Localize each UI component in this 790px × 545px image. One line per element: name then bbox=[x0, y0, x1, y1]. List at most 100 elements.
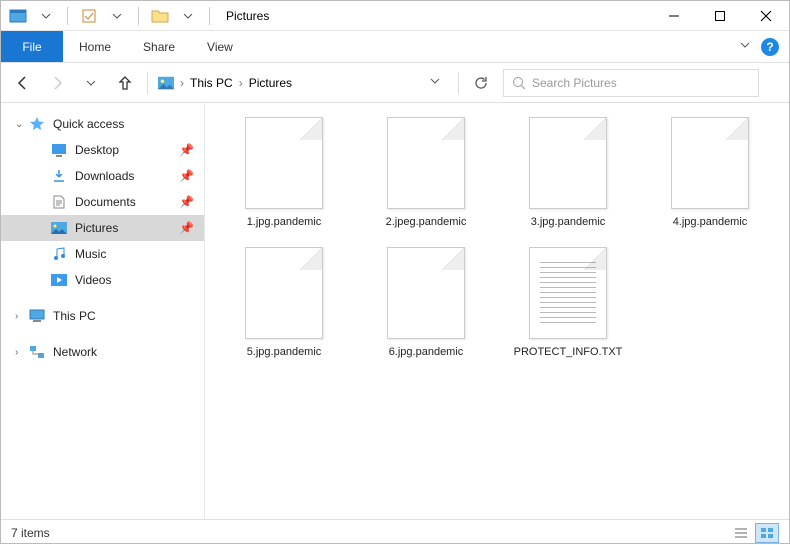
downloads-icon bbox=[51, 168, 67, 184]
file-name: 4.jpg.pandemic bbox=[673, 215, 748, 229]
sidebar-item-downloads[interactable]: Downloads 📌 bbox=[1, 163, 204, 189]
tab-share[interactable]: Share bbox=[127, 31, 191, 62]
file-item[interactable]: 6.jpg.pandemic bbox=[367, 247, 485, 359]
pin-icon: 📌 bbox=[179, 195, 194, 209]
separator bbox=[67, 7, 68, 25]
file-item[interactable]: 5.jpg.pandemic bbox=[225, 247, 343, 359]
music-icon bbox=[51, 246, 67, 262]
sidebar-item-videos[interactable]: Videos bbox=[1, 267, 204, 293]
explorer-icon bbox=[7, 5, 29, 27]
sidebar-item-desktop[interactable]: Desktop 📌 bbox=[1, 137, 204, 163]
sidebar-quickaccess[interactable]: ⌄ Quick access bbox=[1, 111, 204, 137]
navbar: › This PC › Pictures Search Pictures bbox=[1, 63, 789, 103]
sidebar-item-label: Documents bbox=[75, 195, 136, 209]
chevron-down-icon[interactable] bbox=[106, 5, 128, 27]
pictures-icon bbox=[158, 75, 174, 91]
chevron-right-icon[interactable]: › bbox=[15, 311, 18, 322]
main-area: ⌄ Quick access Desktop 📌 Downloads 📌 Doc… bbox=[1, 103, 789, 519]
minimize-button[interactable] bbox=[651, 1, 697, 31]
chevron-right-icon[interactable]: › bbox=[239, 76, 243, 90]
separator bbox=[147, 72, 148, 94]
sidebar: ⌄ Quick access Desktop 📌 Downloads 📌 Doc… bbox=[1, 103, 205, 519]
network-icon bbox=[29, 344, 45, 360]
status-item-count: 7 items bbox=[11, 526, 50, 540]
file-name: 6.jpg.pandemic bbox=[389, 345, 464, 359]
chevron-right-icon[interactable]: › bbox=[180, 76, 184, 90]
maximize-button[interactable] bbox=[697, 1, 743, 31]
file-item[interactable]: 3.jpg.pandemic bbox=[509, 117, 627, 229]
blank-file-icon bbox=[529, 117, 607, 209]
blank-file-icon bbox=[245, 247, 323, 339]
pictures-icon bbox=[51, 220, 67, 236]
statusbar: 7 items bbox=[1, 519, 789, 545]
breadcrumb[interactable]: › This PC › Pictures bbox=[158, 75, 448, 91]
thispc-icon bbox=[29, 308, 45, 324]
file-name: PROTECT_INFO.TXT bbox=[514, 345, 623, 359]
sidebar-network[interactable]: › Network bbox=[1, 339, 204, 365]
folder-icon bbox=[149, 5, 171, 27]
documents-icon bbox=[51, 194, 67, 210]
sidebar-item-label: Videos bbox=[75, 273, 111, 287]
separator bbox=[458, 72, 459, 94]
file-name: 2.jpeg.pandemic bbox=[386, 215, 467, 229]
sidebar-item-label: Desktop bbox=[75, 143, 119, 157]
blank-file-icon bbox=[245, 117, 323, 209]
chevron-down-icon[interactable]: ⌄ bbox=[15, 119, 23, 130]
ribbon: File Home Share View ? bbox=[1, 31, 789, 63]
tab-home[interactable]: Home bbox=[63, 31, 127, 62]
refresh-button[interactable] bbox=[469, 71, 493, 95]
sidebar-item-documents[interactable]: Documents 📌 bbox=[1, 189, 204, 215]
blank-file-icon bbox=[671, 117, 749, 209]
blank-file-icon bbox=[387, 247, 465, 339]
desktop-icon bbox=[51, 142, 67, 158]
sidebar-item-label: Downloads bbox=[75, 169, 134, 183]
videos-icon bbox=[51, 272, 67, 288]
chevron-down-icon[interactable] bbox=[177, 5, 199, 27]
chevron-down-icon[interactable] bbox=[35, 5, 57, 27]
sidebar-item-music[interactable]: Music bbox=[1, 241, 204, 267]
chevron-right-icon[interactable]: › bbox=[15, 347, 18, 358]
content-pane[interactable]: 1.jpg.pandemic 2.jpeg.pandemic 3.jpg.pande… bbox=[205, 103, 789, 519]
file-item[interactable]: 1.jpg.pandemic bbox=[225, 117, 343, 229]
separator bbox=[209, 7, 210, 25]
help-icon[interactable]: ? bbox=[761, 38, 779, 56]
icons-view-button[interactable] bbox=[755, 523, 779, 543]
sidebar-item-label: Quick access bbox=[53, 117, 124, 131]
text-file-icon bbox=[529, 247, 607, 339]
quick-access-toolbar: Pictures bbox=[1, 5, 275, 27]
expand-ribbon-icon[interactable] bbox=[739, 38, 751, 56]
details-view-button[interactable] bbox=[729, 523, 753, 543]
sidebar-thispc[interactable]: › This PC bbox=[1, 303, 204, 329]
chevron-down-icon[interactable] bbox=[422, 76, 448, 89]
file-item[interactable]: 4.jpg.pandemic bbox=[651, 117, 769, 229]
window-title: Pictures bbox=[226, 9, 269, 23]
search-input[interactable]: Search Pictures bbox=[503, 69, 759, 97]
breadcrumb-item[interactable]: This PC bbox=[190, 76, 233, 90]
view-toggles bbox=[729, 523, 779, 543]
file-name: 3.jpg.pandemic bbox=[531, 215, 606, 229]
properties-icon[interactable] bbox=[78, 5, 100, 27]
pin-icon: 📌 bbox=[179, 169, 194, 183]
sidebar-item-label: This PC bbox=[53, 309, 96, 323]
sidebar-item-label: Music bbox=[75, 247, 106, 261]
sidebar-item-pictures[interactable]: Pictures 📌 bbox=[1, 215, 204, 241]
file-grid: 1.jpg.pandemic 2.jpeg.pandemic 3.jpg.pande… bbox=[225, 117, 779, 360]
titlebar: Pictures bbox=[1, 1, 789, 31]
close-button[interactable] bbox=[743, 1, 789, 31]
file-tab[interactable]: File bbox=[1, 31, 63, 62]
pin-icon: 📌 bbox=[179, 221, 194, 235]
forward-button[interactable] bbox=[45, 71, 69, 95]
file-name: 1.jpg.pandemic bbox=[247, 215, 322, 229]
window-controls bbox=[651, 1, 789, 31]
breadcrumb-item[interactable]: Pictures bbox=[249, 76, 292, 90]
search-icon bbox=[512, 76, 526, 90]
separator bbox=[138, 7, 139, 25]
recent-dropdown-icon[interactable] bbox=[79, 71, 103, 95]
file-item[interactable]: 2.jpeg.pandemic bbox=[367, 117, 485, 229]
up-button[interactable] bbox=[113, 71, 137, 95]
tab-view[interactable]: View bbox=[191, 31, 249, 62]
back-button[interactable] bbox=[11, 71, 35, 95]
file-name: 5.jpg.pandemic bbox=[247, 345, 322, 359]
star-icon bbox=[29, 116, 45, 132]
file-item[interactable]: PROTECT_INFO.TXT bbox=[509, 247, 627, 359]
